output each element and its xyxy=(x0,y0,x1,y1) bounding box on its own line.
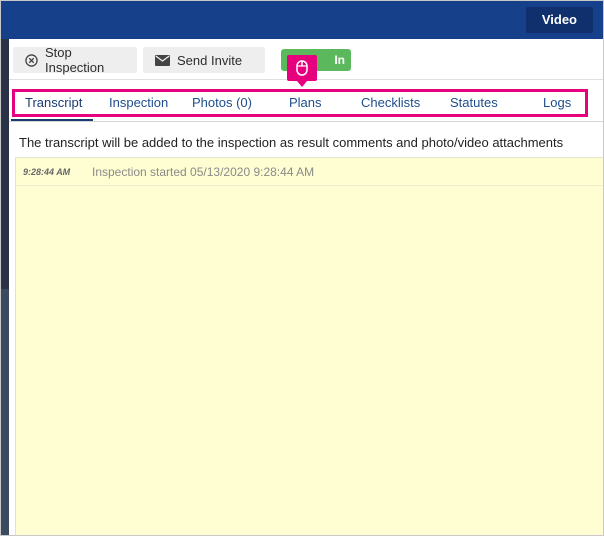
cursor-marker xyxy=(287,55,317,87)
transcript-entry: 9:28:44 AM Inspection started 05/13/2020… xyxy=(16,158,603,186)
inspection-window: Video Stop Inspection Send Invite In Pro… xyxy=(0,0,604,536)
entry-time: 9:28:44 AM xyxy=(23,167,71,177)
tab-highlight-box xyxy=(12,89,588,117)
send-invite-label: Send Invite xyxy=(177,52,243,68)
transcript-info-text: The transcript will be added to the insp… xyxy=(19,135,564,150)
close-circle-icon xyxy=(25,53,38,67)
video-button[interactable]: Video xyxy=(525,7,593,33)
video-preview-strip xyxy=(1,39,9,535)
stop-inspection-button[interactable]: Stop Inspection xyxy=(13,45,137,75)
stop-inspection-label: Stop Inspection xyxy=(45,45,105,75)
tab-rule xyxy=(9,121,603,122)
transcript-pane[interactable]: 9:28:44 AM Inspection started 05/13/2020… xyxy=(15,157,603,535)
envelope-icon xyxy=(155,54,170,66)
header-bar: Video xyxy=(1,1,603,39)
mouse-click-icon xyxy=(296,60,308,76)
entry-text: Inspection started 05/13/2020 9:28:44 AM xyxy=(92,165,315,179)
send-invite-button[interactable]: Send Invite xyxy=(143,47,265,73)
